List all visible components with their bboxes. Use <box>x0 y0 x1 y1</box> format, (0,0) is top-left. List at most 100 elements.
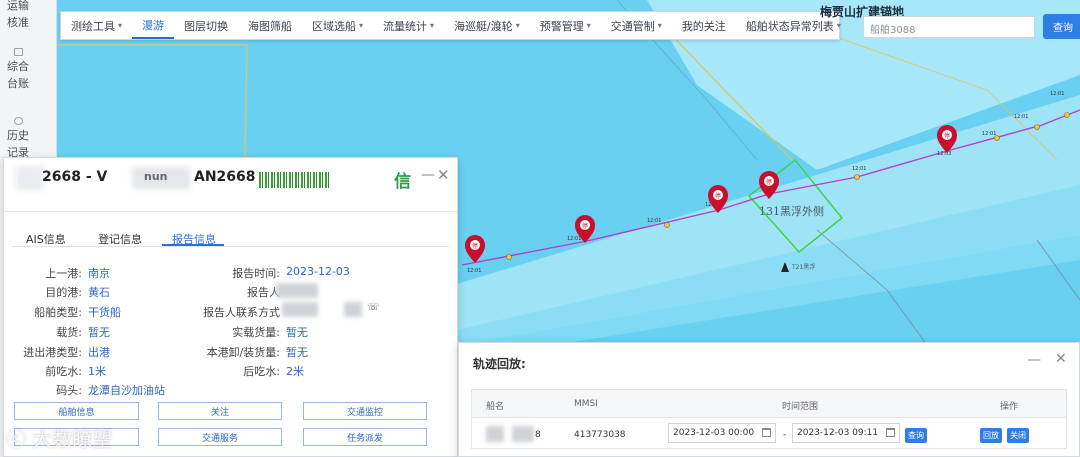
field-label: 实载货量: <box>232 326 280 339</box>
task-dispatch-button[interactable]: 任务派发 <box>303 428 427 446</box>
nav-ledger[interactable]: 综合台账 <box>4 48 32 92</box>
track-replay-panel: 轨迹回放: — ✕ 船名 MMSI 时间范围 操作 8 413773038 20… <box>458 342 1080 457</box>
button-label: 查询 <box>908 431 924 440</box>
watermark-text: 大数瞭望 <box>32 427 113 451</box>
field-label: 目的港: <box>45 286 82 299</box>
toolbar-label: 我的关注 <box>681 19 726 33</box>
end-time-input[interactable]: 2023-12-03 09:11 <box>792 423 900 443</box>
start-time-input[interactable]: 2023-12-03 00:00 <box>668 423 776 443</box>
redacted-value <box>512 426 534 442</box>
nav-label: 综合台账 <box>7 60 29 90</box>
replay-title: 轨迹回放: <box>473 357 526 371</box>
column-header: 时间范围 <box>782 402 819 412</box>
field-value: 干货船 <box>88 306 121 319</box>
button-label: 关闭 <box>1010 431 1026 440</box>
track-point[interactable] <box>1064 112 1070 118</box>
toolbar-label: 测绘工具 <box>71 19 115 33</box>
minimize-button[interactable]: — <box>1027 352 1041 368</box>
follow-button[interactable]: 关注 <box>158 402 282 420</box>
toolbar-label: 海图筛船 <box>248 19 293 33</box>
chevron-down-icon: ▾ <box>586 21 591 30</box>
button-label: 交通监控 <box>346 407 383 418</box>
ship-info-panel: 2668 - V nun AN2668 信 — ✕ AIS信息 登记信息 报告信… <box>3 157 458 457</box>
ship-search-input[interactable]: 船舶3088 <box>863 16 1035 38</box>
ship-callsign: AN2668 <box>194 169 256 185</box>
toolbar-roam[interactable]: 漫游 <box>132 12 175 39</box>
phone-icon[interactable]: ☏ <box>367 302 380 313</box>
field-value: 2023-12-03 <box>286 265 350 278</box>
toolbar-label: 交通管制 <box>610 19 655 33</box>
end-time-value: 2023-12-03 09:11 <box>797 428 879 438</box>
field-label: 载货: <box>56 326 82 339</box>
field-value: 龙潭自沙加油站 <box>88 384 165 397</box>
close-row-button[interactable]: 关闭 <box>1007 428 1029 443</box>
redacted-value <box>282 302 318 317</box>
stop-marker-glyph: 停 <box>944 132 950 140</box>
buoy-label: T21黑浮 <box>791 263 815 271</box>
field-label: 报告人联系方式 <box>203 306 280 319</box>
mmsi-cell: 413773038 <box>574 430 626 440</box>
close-button[interactable]: ✕ <box>1055 351 1067 367</box>
stop-marker-glyph: 停 <box>472 242 478 250</box>
tab-ais-info[interactable]: AIS信息 <box>26 231 66 247</box>
search-button-label: 查询 <box>1053 23 1073 34</box>
credit-badge[interactable]: 信 <box>394 167 411 192</box>
field-value: 暂无 <box>88 326 110 339</box>
redacted-value <box>486 426 504 442</box>
chevron-down-icon: ▾ <box>430 21 435 30</box>
track-time-label: 12:01 <box>1050 91 1064 97</box>
nav-label: 历史记录 <box>7 129 29 159</box>
chevron-down-icon: ▾ <box>515 21 520 30</box>
table-header: 船名 MMSI 时间范围 操作 <box>472 390 1066 418</box>
chevron-down-icon: ▾ <box>118 21 123 30</box>
traffic-monitor-button[interactable]: 交通监控 <box>303 402 427 420</box>
toolbar-traffic-control[interactable]: 交通管制 ▾ <box>601 12 672 39</box>
tab-divider <box>12 246 449 247</box>
column-header: MMSI <box>574 399 598 409</box>
search-button[interactable]: 查询 <box>1043 14 1080 39</box>
field-label: 上一港: <box>45 267 82 280</box>
stop-marker-glyph: 停 <box>715 192 721 200</box>
toolbar-my-follows[interactable]: 我的关注 <box>672 12 736 39</box>
field-value: 南京 <box>88 267 110 280</box>
track-point[interactable] <box>664 222 670 228</box>
track-point[interactable] <box>1034 124 1040 130</box>
nav-transport-approval[interactable]: 运输核准 <box>4 0 32 31</box>
column-header: 船名 <box>486 402 505 412</box>
toolbar-chart-filter[interactable]: 海图筛船 <box>238 12 302 39</box>
track-point[interactable] <box>994 135 1000 141</box>
ledger-icon <box>13 48 23 56</box>
chevron-down-icon: ▾ <box>836 21 841 30</box>
column-header: 操作 <box>1000 402 1019 412</box>
field-value: 黄石 <box>88 286 110 299</box>
toolbar-patrol-ferry[interactable]: 海巡艇/渡轮 ▾ <box>444 12 530 39</box>
replay-button[interactable]: 回放 <box>980 428 1002 443</box>
ship-info-button[interactable]: 船舶信息 <box>14 402 139 420</box>
toolbar-layer-switch[interactable]: 图层切换 <box>174 12 238 39</box>
calendar-icon <box>886 428 895 437</box>
track-time-label: 12:01 <box>467 268 481 274</box>
ship-title: 2668 - V <box>42 169 115 185</box>
ship-title-fragment: 2668 - V <box>42 169 108 185</box>
tab-registration-info[interactable]: 登记信息 <box>98 231 142 247</box>
toolbar-area-select[interactable]: 区域选船 ▾ <box>302 12 373 39</box>
close-button[interactable]: ✕ <box>437 166 450 184</box>
toolbar-label: 海巡艇/渡轮 <box>454 19 513 33</box>
track-point[interactable] <box>506 254 512 260</box>
stop-marker-glyph: 停 <box>582 222 588 230</box>
nav-history[interactable]: 历史记录 <box>4 117 32 161</box>
toolbar-label: 预警管理 <box>539 19 584 33</box>
toolbar-survey-tools[interactable]: 测绘工具 ▾ <box>61 12 132 39</box>
watermark: ⓒ 大数瞭望 <box>6 423 112 452</box>
button-label: 回放 <box>983 431 999 440</box>
query-button[interactable]: 查询 <box>905 428 927 443</box>
track-point[interactable] <box>854 174 860 180</box>
traffic-service-button[interactable]: 交通服务 <box>158 428 282 446</box>
toolbar-alert-management[interactable]: 预警管理 ▾ <box>530 12 601 39</box>
barcode-icon <box>259 172 331 188</box>
minimize-button[interactable]: — <box>421 167 435 183</box>
field-label: 本港卸/装货量: <box>206 346 280 359</box>
chevron-down-icon: ▾ <box>359 21 364 30</box>
toolbar-traffic-stats[interactable]: 流量统计 ▾ <box>373 12 444 39</box>
field-value: 暂无 <box>286 346 308 359</box>
